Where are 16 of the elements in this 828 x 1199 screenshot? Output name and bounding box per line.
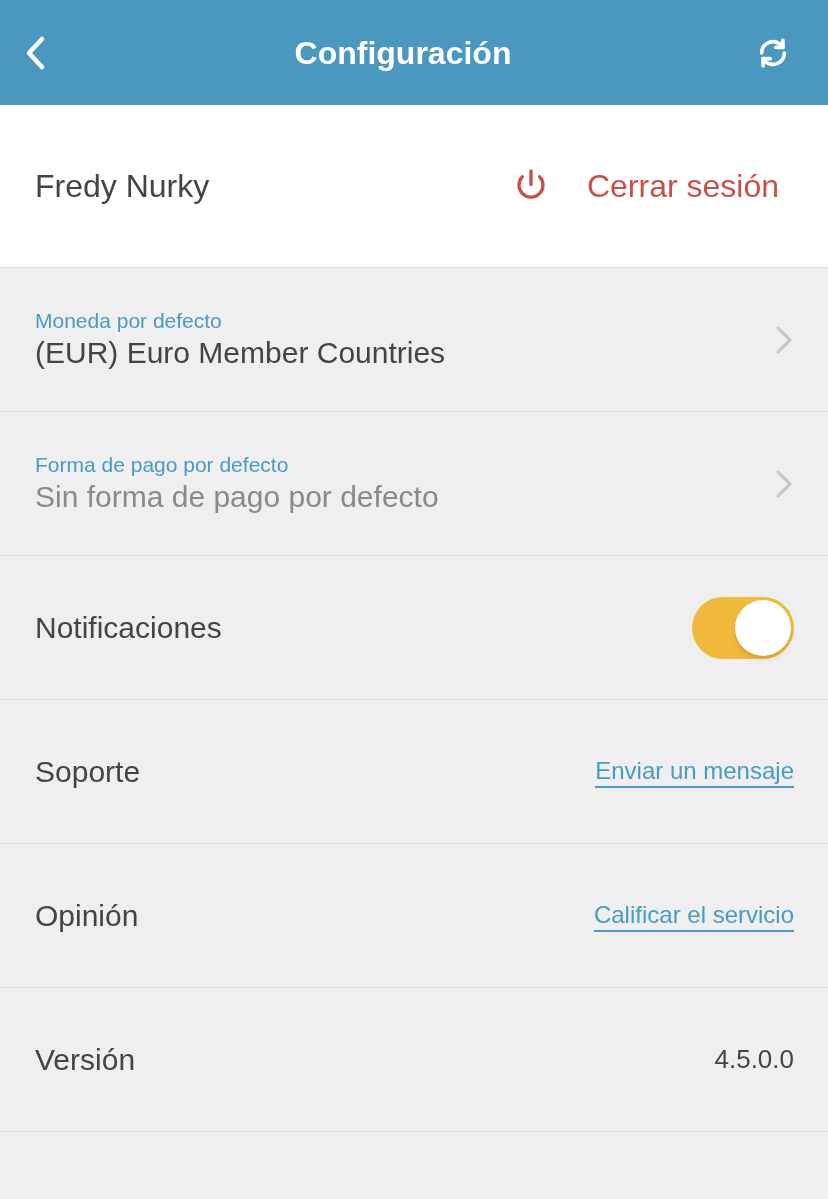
setting-label: Versión	[35, 1042, 136, 1078]
setting-label: Moneda por defecto	[35, 307, 223, 334]
setting-label: Notificaciones	[35, 610, 222, 646]
setting-link[interactable]: Calificar el servicio	[593, 899, 794, 932]
setting-link[interactable]: Enviar un mensaje	[595, 755, 794, 788]
user-name: Fredy Nurky	[35, 167, 210, 206]
setting-row[interactable]: Moneda por defecto (EUR) Euro Member Countries	[0, 268, 828, 412]
setting-label: Opinión	[35, 898, 139, 934]
logout-button[interactable]: Cerrar sesión	[512, 162, 779, 210]
setting-label: Soporte	[35, 754, 141, 790]
version-value: 4.5.0.0	[714, 1043, 794, 1076]
setting-value: Sin forma de pago por defecto	[35, 478, 439, 515]
setting-row[interactable]: Forma de pago por defecto Sin forma de pago por defecto	[0, 412, 828, 556]
header-title: Configuración	[294, 33, 512, 73]
setting-value: (EUR) Euro Member Countries	[35, 334, 446, 371]
setting-label: Forma de pago por defecto	[35, 451, 290, 478]
